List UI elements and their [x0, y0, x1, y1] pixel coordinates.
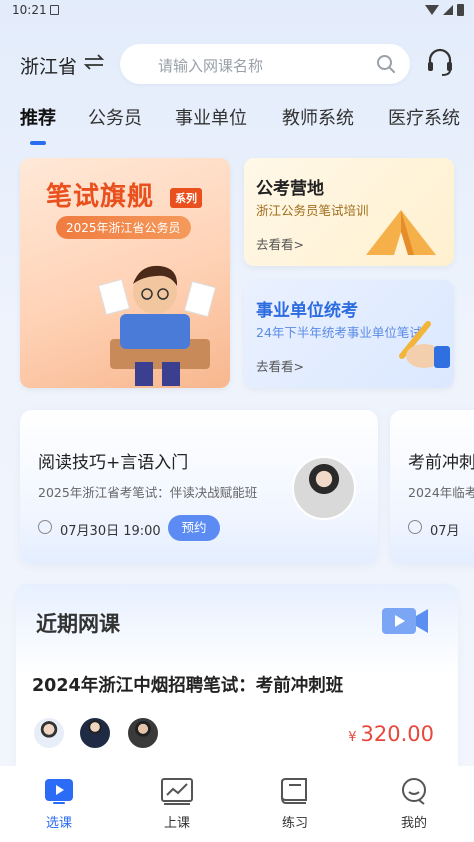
reserve-button[interactable]: 预约: [168, 515, 220, 541]
student-illustration: [97, 265, 217, 386]
search-placeholder: 请输入网课名称: [158, 57, 264, 75]
series-badge: 系列: [170, 188, 202, 208]
tab-teacher-system[interactable]: 教师系统: [282, 104, 354, 130]
nav-label: 我的: [400, 816, 427, 831]
nav-attend-class[interactable]: 上课: [147, 776, 207, 831]
live-course-time: 07月: [430, 524, 460, 539]
system-icons: [425, 4, 464, 16]
banner-exam-camp[interactable]: 公考营地 浙江公务员笔试培训 去看看>: [244, 158, 454, 266]
search-icon[interactable]: [376, 54, 396, 74]
nav-label: 上课: [163, 816, 190, 831]
tab-civil-servant[interactable]: 公务员: [88, 104, 142, 130]
teacher-avatar: [78, 716, 112, 750]
status-bar: 10:21: [0, 0, 474, 22]
battery-icon: [457, 4, 464, 16]
unit-link[interactable]: 去看看>: [256, 356, 304, 375]
camp-title: 公考营地: [256, 179, 324, 199]
banner-subtitle: 2025年浙江省公务员: [56, 216, 191, 239]
live-course-card[interactable]: 考前冲刺 2024年临考 07月: [390, 410, 474, 564]
recent-courses-section: 近期网课 2024年浙江中烟招聘笔试：考前冲刺班 ¥320.00: [16, 584, 458, 784]
camp-link[interactable]: 去看看>: [256, 234, 304, 253]
tent-illustration: [366, 210, 436, 255]
tab-medical-system[interactable]: 医疗系统: [388, 104, 460, 130]
live-course-title: 阅读技巧+言语入门: [38, 453, 189, 473]
nav-select-course[interactable]: 选课: [29, 776, 89, 831]
nav-label: 练习: [281, 816, 308, 831]
notification-icon: [50, 5, 59, 15]
notebook-icon: [281, 778, 307, 804]
signal-icon: [443, 5, 453, 15]
recent-heading: 近期网课: [36, 612, 120, 636]
teacher-avatar: [126, 716, 160, 750]
camp-desc: 浙江公务员笔试培训: [256, 203, 369, 218]
banner-written-exam-flagship[interactable]: 笔试旗舰 系列 2025年浙江省公务员: [20, 158, 230, 388]
teacher-avatar: [32, 716, 66, 750]
course-price: ¥320.00: [348, 722, 434, 746]
course-title[interactable]: 2024年浙江中烟招聘笔试：考前冲刺班: [32, 672, 343, 697]
unit-title: 事业单位统考: [256, 301, 358, 321]
province-selector[interactable]: 浙江省: [20, 52, 77, 79]
headset-icon[interactable]: [426, 48, 454, 78]
banner-unit-exam[interactable]: 事业单位统考 24年下半年统考事业单位笔试 去看看>: [244, 280, 454, 388]
search-input[interactable]: 请输入网课名称: [120, 44, 410, 84]
currency-symbol: ¥: [348, 730, 357, 745]
nav-label: 选课: [45, 816, 72, 831]
swap-icon[interactable]: [83, 54, 105, 70]
live-course-subtitle: 2024年临考: [408, 485, 474, 500]
live-course-time: 07月30日 19:00: [60, 524, 161, 539]
clock-icon: [408, 520, 422, 534]
wifi-icon: [425, 5, 439, 15]
clock-icon: [38, 520, 52, 534]
chart-board-icon: [161, 778, 193, 805]
pen-hand-illustration: [399, 321, 450, 368]
banner-title: 笔试旗舰: [46, 182, 155, 212]
tab-recommend[interactable]: 推荐: [20, 104, 56, 130]
live-course-title: 考前冲刺: [408, 453, 474, 473]
play-icon: [45, 779, 73, 804]
live-course-subtitle: 2025年浙江省考笔试：伴读决战赋能班: [38, 485, 258, 500]
video-camera-icon: [382, 608, 428, 634]
bottom-navigation: 选课 上课 练习 我的: [0, 766, 474, 842]
price-value: 320.00: [360, 722, 434, 746]
nav-practice[interactable]: 练习: [265, 776, 325, 831]
nav-mine[interactable]: 我的: [384, 776, 444, 831]
teacher-avatar: [292, 456, 356, 520]
profile-chat-icon: [402, 778, 426, 805]
tab-public-institution[interactable]: 事业单位: [175, 104, 247, 130]
active-tab-indicator: [30, 141, 46, 145]
top-bar: 浙江省 请输入网课名称: [0, 42, 474, 84]
category-tabs: 推荐 公务员 事业单位 教师系统 医疗系统: [0, 104, 474, 148]
live-course-card[interactable]: 阅读技巧+言语入门 2025年浙江省考笔试：伴读决战赋能班 07月30日 19:…: [20, 410, 378, 564]
status-time: 10:21: [12, 3, 47, 17]
